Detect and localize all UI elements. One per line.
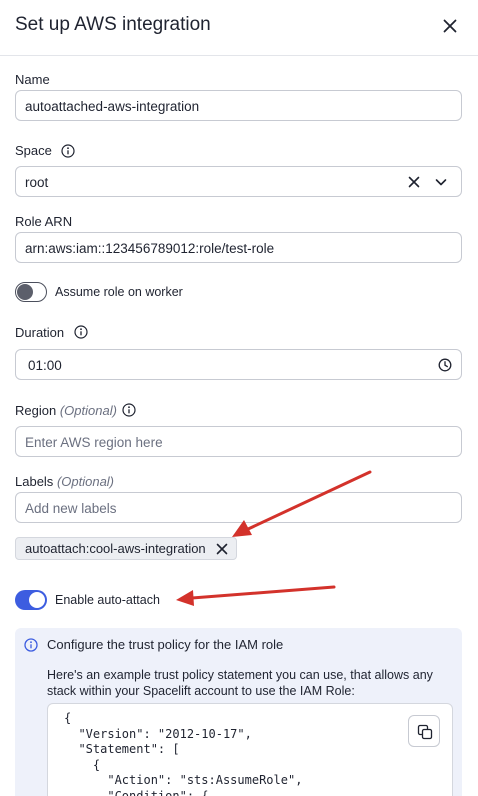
remove-tag-icon[interactable] [216, 543, 228, 555]
duration-input-value: 01:00 [28, 358, 62, 373]
duration-input[interactable]: 01:00 [15, 349, 462, 380]
role-arn-input[interactable]: arn:aws:iam::123456789012:role/test-role [15, 232, 462, 263]
labels-input[interactable]: Add new labels [15, 492, 462, 523]
region-label-text: Region [15, 403, 57, 418]
info-icon[interactable] [61, 144, 75, 158]
labels-label-text: Labels [15, 474, 54, 489]
role-arn-label: Role ARN [15, 214, 73, 229]
name-input-value: autoattached-aws-integration [25, 99, 200, 114]
toggle-knob [17, 283, 33, 300]
label-tag: autoattach:cool-aws-integration [15, 537, 237, 560]
annotation-arrow-auto-attach [190, 585, 336, 600]
labels-label: Labels (Optional) [15, 474, 114, 489]
auto-attach-label: Enable auto-attach [55, 593, 160, 607]
trust-policy-code: { "Version": "2012-10-17", "Statement": … [64, 711, 303, 796]
trust-policy-title: Configure the trust policy for the IAM r… [47, 637, 284, 652]
clear-icon[interactable] [407, 175, 421, 189]
space-select-value: root [25, 175, 49, 190]
clock-icon[interactable] [438, 358, 452, 372]
dialog-title: Set up AWS integration [15, 14, 211, 35]
region-optional-hint: (Optional) [59, 403, 117, 418]
auto-attach-toggle[interactable] [15, 590, 47, 610]
name-input[interactable]: autoattached-aws-integration [15, 90, 462, 121]
label-tag-text: autoattach:cool-aws-integration [25, 541, 206, 556]
space-label: Space [15, 143, 52, 158]
chevron-down-icon[interactable] [434, 175, 448, 189]
region-input[interactable]: Enter AWS region here [15, 426, 462, 457]
trust-policy-code-block: { "Version": "2012-10-17", "Statement": … [47, 703, 453, 796]
trust-policy-panel: Configure the trust policy for the IAM r… [15, 628, 462, 796]
info-icon[interactable] [122, 403, 136, 417]
info-icon [24, 638, 38, 652]
assume-role-toggle[interactable] [15, 282, 47, 302]
dialog-header: Set up AWS integration [0, 0, 478, 56]
trust-policy-description: Here's an example trust policy statement… [47, 668, 433, 698]
assume-role-label: Assume role on worker [55, 285, 183, 299]
space-select[interactable]: root [15, 166, 462, 197]
name-label: Name [15, 72, 50, 87]
toggle-knob [29, 592, 45, 608]
copy-icon [417, 724, 433, 740]
region-input-placeholder: Enter AWS region here [25, 435, 163, 450]
labels-optional-hint: (Optional) [56, 474, 115, 489]
info-icon[interactable] [74, 325, 88, 339]
labels-input-placeholder: Add new labels [25, 501, 117, 516]
close-icon[interactable] [438, 14, 462, 38]
annotation-arrowhead-auto-attach [176, 590, 194, 606]
duration-label: Duration [15, 325, 65, 340]
copy-button[interactable] [408, 715, 440, 747]
role-arn-input-value: arn:aws:iam::123456789012:role/test-role [25, 241, 275, 256]
region-label: Region (Optional) [15, 403, 117, 418]
